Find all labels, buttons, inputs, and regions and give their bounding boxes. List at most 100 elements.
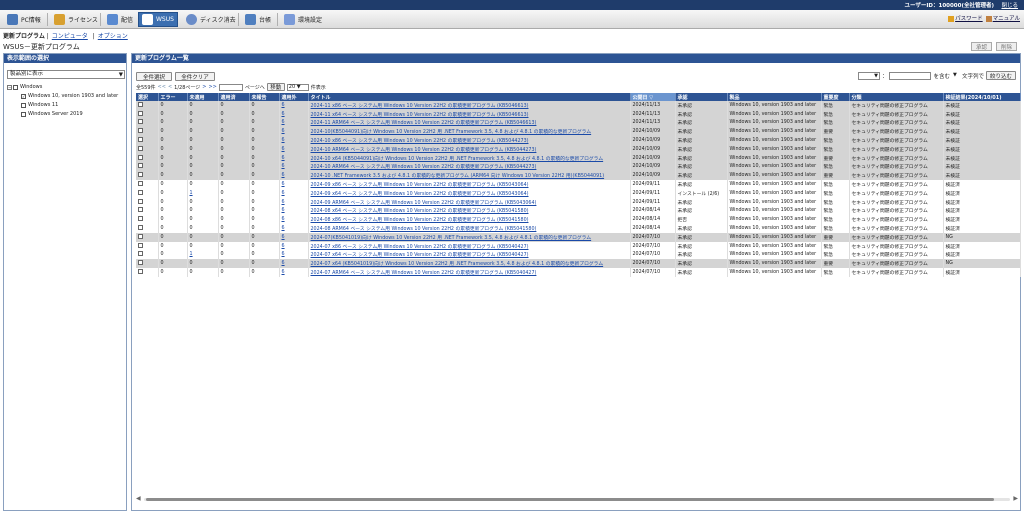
clear-all-button[interactable]: 全件クリア: [175, 72, 215, 81]
table-row[interactable]: 0 0 0 0 6 2024-11 x86 ベース システム用 Windows 10 Ve…: [136, 101, 1021, 110]
approve-button[interactable]: 承認: [971, 42, 992, 51]
count-link[interactable]: 6: [282, 138, 285, 143]
update-title-link[interactable]: 2024-09 x64 ベース システム用 Windows 10 Version…: [311, 192, 529, 197]
row-checkbox[interactable]: [138, 233, 143, 239]
row-checkbox[interactable]: [138, 172, 143, 178]
view-filter-select[interactable]: 製品別に表示 ▼: [7, 70, 125, 79]
subnav-options[interactable]: オプション: [98, 33, 128, 40]
count-link[interactable]: 6: [282, 164, 285, 169]
move-button[interactable]: 移動: [266, 83, 285, 91]
tree-item[interactable]: ✓ Windows 10, version 1903 and later: [7, 92, 118, 101]
table-row[interactable]: 0 0 0 0 6 2024-11 x64 ベース システム用 Windows 10 Ve…: [136, 109, 1021, 119]
table-row[interactable]: 0 0 0 0 6 2024-10(KB5044091)向け Windows 10 Ver…: [136, 127, 1021, 137]
tab-wsus[interactable]: WSUS: [138, 12, 178, 27]
tab-disk-erase[interactable]: ディスク消去: [182, 12, 240, 27]
table-row[interactable]: 0 0 0 0 6 2024-08 ARM64 ベース システム用 Windows 10 …: [136, 224, 1021, 233]
filter-button[interactable]: 絞り込む: [986, 71, 1016, 80]
table-row[interactable]: 0 0 0 0 6 2024-07 x64 (KB5041019)向け Windows 1…: [136, 259, 1021, 269]
first-page-link[interactable]: <<: [158, 84, 166, 90]
update-title-link[interactable]: 2024-10(KB5044091)向け Windows 10 Version …: [311, 130, 592, 135]
update-title-link[interactable]: 2024-10 ARM64 ベース システム用 Windows 10 Versi…: [311, 148, 537, 153]
column-header[interactable]: 未報告: [249, 93, 280, 101]
update-title-link[interactable]: 2024-07 ARM64 ベース システム用 Windows 10 Versi…: [311, 271, 537, 276]
count-link[interactable]: 6: [282, 120, 285, 125]
table-row[interactable]: 0 1 0 0 6 2024-09 x64 ベース システム用 Windows 10 Ve…: [136, 188, 1021, 198]
column-header[interactable]: 未適用: [187, 93, 219, 101]
logout-link[interactable]: 閉じる: [1001, 1, 1018, 9]
row-checkbox[interactable]: [138, 145, 143, 151]
tree-root[interactable]: − Windows: [7, 83, 118, 92]
row-checkbox[interactable]: [138, 154, 143, 160]
table-row[interactable]: 0 0 0 0 6 2024-07 ARM64 ベース システム用 Windows 10 …: [136, 268, 1021, 277]
row-checkbox[interactable]: [138, 137, 143, 143]
column-header[interactable]: 分類: [849, 93, 944, 101]
search-input[interactable]: [889, 71, 932, 80]
row-checkbox[interactable]: [138, 110, 143, 116]
column-header[interactable]: 重要度: [821, 93, 850, 101]
count-link[interactable]: 1: [190, 191, 193, 196]
row-checkbox[interactable]: [138, 207, 143, 213]
count-link[interactable]: 6: [282, 182, 285, 187]
count-link[interactable]: 6: [282, 156, 285, 161]
count-link[interactable]: 6: [282, 191, 285, 196]
update-title-link[interactable]: 2024-10 x64 (KB5044091)向け Windows 10 Ver…: [311, 157, 604, 162]
match-select[interactable]: ▼: [951, 71, 960, 80]
horizontal-scrollbar[interactable]: ◀ ▶: [136, 495, 1018, 503]
row-checkbox[interactable]: [138, 225, 143, 231]
table-row[interactable]: 0 0 0 0 6 2024-10 ARM64 ベース システム用 Windows 10 …: [136, 162, 1021, 172]
count-link[interactable]: 6: [282, 261, 285, 266]
checkbox[interactable]: [21, 112, 26, 117]
table-row[interactable]: 0 0 0 0 6 2024-10 .NET Framework 3.5 および 4.8.…: [136, 171, 1021, 181]
update-title-link[interactable]: 2024-07 x64 (KB5041019)向け Windows 10 Ver…: [311, 262, 604, 267]
row-checkbox[interactable]: [138, 269, 143, 275]
page-number-input[interactable]: [218, 83, 243, 91]
table-row[interactable]: 0 0 0 0 6 2024-10 x86 ベース システム用 Windows 10 Ve…: [136, 136, 1021, 145]
tab-ledger[interactable]: 台帳: [241, 12, 275, 27]
table-row[interactable]: 0 0 0 0 6 2024-07 x86 ベース システム用 Windows 10 Ve…: [136, 241, 1021, 251]
scroll-left-icon[interactable]: ◀: [136, 495, 141, 502]
update-title-link[interactable]: 2024-07 x86 ベース システム用 Windows 10 Version…: [311, 245, 529, 250]
update-title-link[interactable]: 2024-07 x64 ベース システム用 Windows 10 Version…: [311, 253, 529, 258]
checkbox[interactable]: [21, 103, 26, 108]
subnav-computer[interactable]: コンピュータ: [52, 33, 88, 40]
column-header[interactable]: 適用外: [279, 93, 309, 101]
column-header[interactable]: エラー: [158, 93, 188, 101]
column-header[interactable]: 検証結果(2024/10/01): [943, 93, 1021, 101]
checkbox-checked[interactable]: ✓: [21, 94, 26, 99]
count-link[interactable]: 6: [282, 208, 285, 213]
tab-delivery[interactable]: 配信: [103, 12, 137, 27]
update-title-link[interactable]: 2024-11 x64 ベース システム用 Windows 10 Version…: [311, 113, 529, 118]
count-link[interactable]: 6: [282, 112, 285, 117]
column-header[interactable]: 適用済: [218, 93, 250, 101]
tree-item[interactable]: Windows 11: [7, 101, 118, 110]
update-title-link[interactable]: 2024-11 x86 ベース システム用 Windows 10 Version…: [311, 104, 529, 109]
column-header[interactable]: 製品: [727, 93, 822, 101]
scroll-right-icon[interactable]: ▶: [1013, 495, 1018, 502]
update-title-link[interactable]: 2024-11 ARM64 ベース システム用 Windows 10 Versi…: [311, 121, 537, 126]
tab-pc-info[interactable]: PC情報: [3, 12, 45, 27]
count-link[interactable]: 6: [282, 147, 285, 152]
table-row[interactable]: 0 0 0 0 6 2024-10 x64 (KB5044091)向け Windows 1…: [136, 153, 1021, 163]
table-row[interactable]: 0 0 0 0 6 2024-09 ARM64 ベース システム用 Windows 10 …: [136, 197, 1021, 207]
update-title-link[interactable]: 2024-08 ARM64 ベース システム用 Windows 10 Versi…: [311, 227, 537, 232]
count-link[interactable]: 6: [282, 252, 285, 257]
count-link[interactable]: 6: [282, 129, 285, 134]
prev-page-link[interactable]: <: [168, 84, 172, 90]
row-checkbox[interactable]: [138, 260, 143, 266]
row-checkbox[interactable]: [138, 242, 143, 248]
count-link[interactable]: 6: [282, 173, 285, 178]
row-checkbox[interactable]: [138, 119, 143, 125]
update-title-link[interactable]: 2024-08 x64 ベース システム用 Windows 10 Version…: [311, 209, 529, 214]
table-row[interactable]: 0 0 0 0 6 2024-10 ARM64 ベース システム用 Windows 10 …: [136, 144, 1021, 154]
checkbox[interactable]: [13, 85, 18, 90]
count-link[interactable]: 6: [282, 270, 285, 275]
count-link[interactable]: 6: [282, 235, 285, 240]
count-link[interactable]: 1: [190, 252, 193, 257]
row-checkbox[interactable]: [138, 128, 143, 134]
update-title-link[interactable]: 2024-10 ARM64 ベース システム用 Windows 10 Versi…: [311, 165, 537, 170]
row-checkbox[interactable]: [138, 181, 143, 187]
row-checkbox[interactable]: [138, 216, 143, 222]
row-checkbox[interactable]: [138, 251, 143, 257]
next-page-link[interactable]: >: [202, 84, 206, 90]
update-title-link[interactable]: 2024-10 .NET Framework 3.5 および 4.8.1 の累積…: [311, 174, 605, 179]
